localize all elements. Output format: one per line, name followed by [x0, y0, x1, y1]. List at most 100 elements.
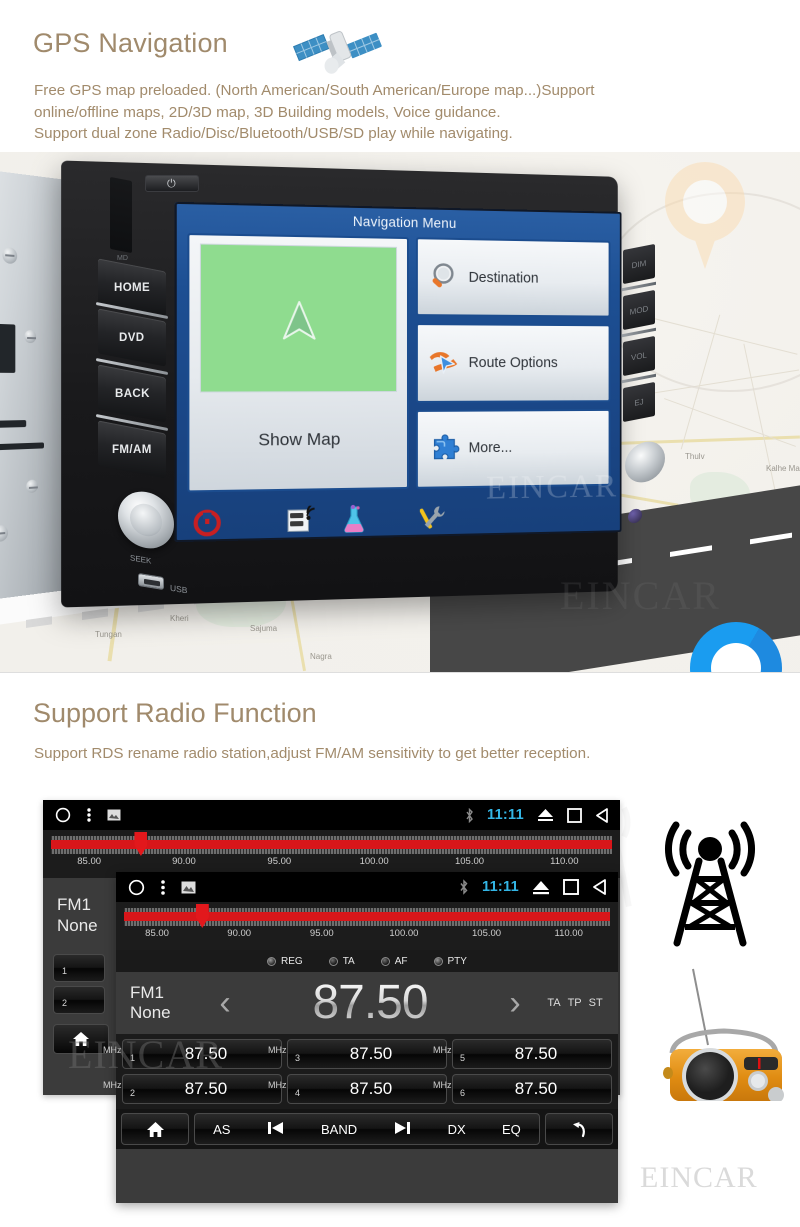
rds-option-ta[interactable]: TA: [328, 956, 355, 967]
power-icon[interactable]: [194, 509, 221, 536]
square-icon[interactable]: [563, 879, 579, 895]
frequency-tick: 85.00: [77, 856, 102, 867]
home-button-back[interactable]: [53, 1024, 109, 1054]
tune-knob[interactable]: [625, 438, 665, 486]
unit-button-back-label: BACK: [114, 387, 150, 400]
gps-description: Free GPS map preloaded. (North American/…: [34, 80, 734, 145]
frequency-tick: 100.00: [359, 856, 389, 867]
map-label: Nagra: [310, 652, 332, 661]
frequency-scale-front[interactable]: 85.00 90.00 95.00 100.00 105.00 110.00: [116, 902, 618, 950]
unit-button-dvd-label: DVD: [119, 331, 145, 344]
destination-label: Destination: [468, 269, 539, 287]
navigation-buttons: Destination Route Options More...: [415, 237, 611, 489]
back-triangle-icon[interactable]: [592, 879, 608, 895]
radio-screen-front[interactable]: 11:11 85.00 90.00 95.00 100.00 105.00 11…: [103, 872, 618, 1203]
frequency-scale-back[interactable]: 85.00 90.00 95.00 100.00 105.00 110.00: [43, 830, 620, 878]
image-icon[interactable]: [181, 881, 196, 894]
gps-description-line-3: Support dual zone Radio/Disc/Bluetooth/U…: [34, 125, 513, 142]
map-preview: [199, 243, 397, 393]
radio-description: Support RDS rename radio station,adjust …: [34, 745, 591, 762]
magnifier-icon: [427, 260, 460, 294]
preset-number: 2: [62, 998, 68, 1008]
chevron-left-icon[interactable]: ‹: [208, 986, 242, 1020]
frequency-display-row: FM1 None ‹ 87.50 › TA TP ST: [116, 972, 618, 1034]
frequency-ticks-front: 85.00 90.00 95.00 100.00 105.00 110.00: [124, 928, 610, 944]
unit-right-button-mod-label: MOD: [629, 303, 649, 317]
traffic-icon[interactable]: [287, 506, 318, 535]
navigation-arrow-icon: [281, 300, 318, 343]
preset-button-4[interactable]: 4 87.50 MHz: [268, 1074, 447, 1104]
chassis-screw: [24, 329, 37, 344]
rds-option-reg[interactable]: REG: [267, 956, 303, 967]
watermark-eincar-overlay: EINCAR: [560, 573, 721, 618]
preset-button-3[interactable]: 3 87.50 MHz: [268, 1039, 447, 1069]
gps-section-title: GPS Navigation: [33, 28, 228, 58]
car-stereo-unit: ⏻ MD HOME DVD BACK FM/AM SEEK USB DIM MO…: [0, 157, 670, 627]
rds-label: AF: [394, 955, 408, 967]
watermark-eincar-bottom: EINCAR: [640, 1161, 758, 1194]
preset-button-back[interactable]: 1: [53, 954, 105, 982]
frequency-tick: 110.00: [554, 928, 583, 939]
unit-right-button-vol[interactable]: VOL: [623, 335, 655, 377]
vintage-radio-icon: [663, 968, 784, 1101]
satellite-icon: [292, 31, 382, 74]
flask-icon[interactable]: [342, 505, 366, 534]
frequency-tick: 90.00: [172, 856, 196, 867]
preset-button-1[interactable]: 1 87.50 MHz: [103, 1039, 282, 1069]
preset-grid: 1 87.50 MHz 3 87.50 MHz 5 87.50 MHz 2 87…: [103, 1034, 618, 1109]
preset-button-6[interactable]: 6 87.50 MHz: [433, 1074, 612, 1104]
disc-slot: [110, 176, 132, 254]
unit-right-button-mod[interactable]: MOD: [623, 289, 655, 331]
unit-right-button-vol-label: VOL: [630, 349, 647, 363]
destination-button[interactable]: Destination: [415, 237, 611, 318]
image-icon[interactable]: [107, 809, 121, 821]
flag-ta: TA: [547, 997, 561, 1009]
map-label: Thulv: [685, 452, 705, 461]
preset-button-2[interactable]: 2 87.50 MHz: [103, 1074, 282, 1104]
radio-tower-icon: [664, 821, 756, 947]
preset-unit: MHz: [433, 1080, 452, 1090]
rds-option-pty[interactable]: PTY: [433, 956, 467, 967]
show-map-button[interactable]: Show Map: [187, 232, 409, 493]
circle-icon[interactable]: [55, 807, 71, 823]
band-info-back: FM1 None: [57, 894, 98, 936]
radio-product-image: 11:11 85.00 90.00 95.00 100.00 105.00 11…: [0, 791, 800, 1227]
preset-button-back[interactable]: 2: [53, 986, 105, 1014]
eject-icon[interactable]: [532, 880, 550, 895]
chassis-screw: [0, 524, 8, 543]
overflow-menu-icon[interactable]: [161, 879, 165, 896]
rds-led-icon: [433, 956, 443, 966]
circle-icon[interactable]: [128, 879, 145, 896]
unit-right-button-eject[interactable]: EJ: [623, 381, 655, 423]
tools-icon[interactable]: [419, 503, 448, 531]
station-name-back: None: [57, 916, 98, 935]
power-icon: ⏻: [167, 178, 176, 190]
preset-button-5[interactable]: 5 87.50 MHz: [433, 1039, 612, 1069]
rds-flags: TA TP ST: [532, 997, 618, 1009]
puzzle-icon: [427, 432, 460, 466]
unit-right-button-dim[interactable]: DIM: [623, 243, 655, 285]
flag-st: ST: [588, 997, 603, 1009]
preset-list-back: 1 2: [53, 954, 105, 1018]
ir-sensor: [628, 507, 642, 525]
chevron-right-icon[interactable]: ›: [498, 986, 532, 1020]
preset-number: 1: [62, 966, 68, 976]
overflow-menu-icon[interactable]: [87, 807, 91, 823]
route-options-button[interactable]: Route Options: [415, 323, 611, 403]
rds-option-af[interactable]: AF: [380, 955, 408, 967]
eject-icon[interactable]: [537, 808, 554, 822]
back-triangle-icon[interactable]: [595, 807, 610, 823]
map-label: Tungan: [95, 630, 122, 639]
navigation-menu-title: Navigation Menu: [352, 213, 457, 231]
home-icon: [73, 1032, 89, 1046]
radio-section-title: Support Radio Function: [33, 698, 317, 728]
gps-description-line-1: Free GPS map preloaded. (North American/…: [34, 82, 595, 99]
navigation-screen[interactable]: Navigation Menu Show Map Destination Rou…: [174, 201, 622, 543]
frequency-tick: 100.00: [389, 928, 419, 939]
station-name: None: [130, 1003, 171, 1022]
bluetooth-icon: [460, 879, 468, 895]
square-icon[interactable]: [567, 807, 582, 823]
power-button[interactable]: ⏻: [145, 175, 199, 192]
show-map-label: Show Map: [258, 429, 341, 450]
frequency-tick: 110.00: [550, 856, 579, 867]
